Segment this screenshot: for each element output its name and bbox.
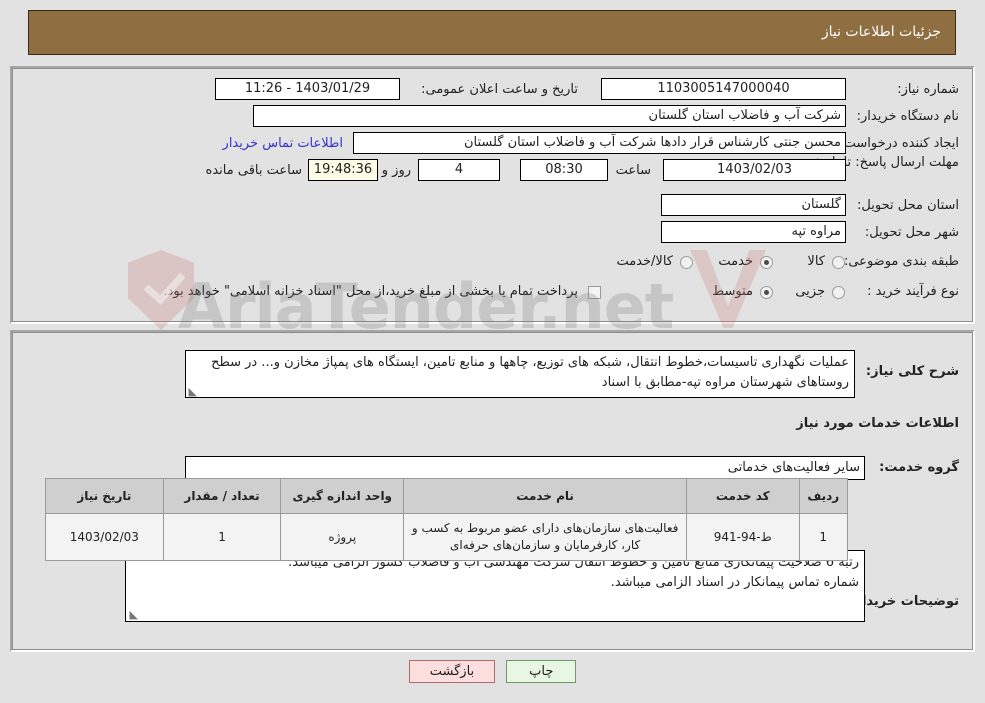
cell-need-date: 1403/02/03 [45,513,164,561]
process-type-label: نوع فرآیند خرید : [867,284,959,299]
treasury-docs-note: پرداخت تمام یا بخشی از مبلغ خرید،از محل … [163,284,578,299]
deadline-hour-value: 08:30 [520,159,608,181]
creator-label: ایجاد کننده درخواست: [839,136,959,151]
process-radio-motavaset[interactable] [760,286,773,299]
cell-row-no: 1 [798,513,848,561]
category-label: طبقه بندی موضوعی: [843,254,959,269]
table-col-quantity: تعداد / مقدار [162,478,282,514]
deadline-date-value: 1403/02/03 [663,159,846,181]
category-radio-label-kala-khedmat: کالا/خدمت [616,254,673,269]
deadline-hour-label: ساعت [615,163,651,178]
resize-grip-icon: ◣ [129,608,138,621]
cell-quantity: 1 [162,513,282,561]
cell-service-name: فعالیت‌های سازمان‌های دارای عضو مربوط به… [403,513,687,561]
public-announce-value: 1403/01/29 - 11:26 [215,78,400,100]
cell-unit: پروژه [280,513,405,561]
table-col-unit: واحد اندازه گیری [280,478,405,514]
treasury-docs-checkbox[interactable] [588,286,601,299]
page-header: جزئیات اطلاعات نیاز [28,10,956,55]
buyer-contact-link[interactable]: اطلاعات تماس خریدار [223,136,343,151]
back-button[interactable]: بازگشت [408,660,496,683]
category-radio-label-khedmat: خدمت [718,254,753,269]
process-radio-label-jozei: جزیی [795,284,825,299]
province-label: استان محل تحویل: [857,198,959,213]
category-radio-kala[interactable] [832,256,845,269]
process-radio-jozei[interactable] [832,286,845,299]
buyer-notes-label: توضیحات خریدار: [849,594,959,609]
need-number-value: 1103005147000040 [601,78,846,100]
creator-value: محسن جنتی کارشناس قرار دادها شرکت آب و ف… [353,132,846,154]
print-button[interactable]: چاپ [506,660,577,683]
table-col-service-name: نام خدمت [403,478,687,514]
deadline-days-value: 4 [418,159,500,181]
cell-service-code: ط-94-941 [686,513,800,561]
services-table: ردیف کد خدمت نام خدمت واحد اندازه گیری ت… [45,478,848,561]
table-col-need-date: تاریخ نیاز [45,478,164,514]
buyer-org-label: نام دستگاه خریدار: [856,109,959,124]
service-group-value: سایر فعالیت‌های خدماتی [185,456,865,480]
deadline-countdown-label: ساعت باقی مانده [205,163,302,178]
table-header-row: ردیف کد خدمت نام خدمت واحد اندازه گیری ت… [45,478,848,514]
province-value: گلستان [661,194,846,216]
table-col-row-no: ردیف [798,478,848,514]
page-title: جزئیات اطلاعات نیاز [821,24,941,40]
description-textarea[interactable]: عملیات نگهداری تاسیسات،خطوط انتقال، شبکه… [185,350,855,398]
buyer-notes-line-2: شماره تماس پیمانکار در اسناد الزامی میبا… [610,575,859,590]
deadline-days-label: روز و [381,163,411,178]
process-radio-label-motavaset: متوسط [712,284,753,299]
table-col-service-code: کد خدمت [686,478,800,514]
table-row: 1 ط-94-941 فعالیت‌های سازمان‌های دارای ع… [45,513,848,561]
category-radio-khedmat[interactable] [760,256,773,269]
category-radio-kala-khedmat[interactable] [680,256,693,269]
services-heading: اطلاعات خدمات مورد نیاز [796,416,959,431]
need-number-label: شماره نیاز: [897,82,959,97]
buyer-org-value: شرکت آب و فاضلاب استان گلستان [253,105,846,127]
city-value: مراوه تپه [661,221,846,243]
service-group-label: گروه خدمت: [879,460,959,475]
category-radio-label-kala: کالا [807,254,825,269]
need-info-panel: شماره نیاز: 1103005147000040 تاریخ و ساع… [10,66,975,324]
description-label: شرح کلی نیاز: [865,364,959,379]
public-announce-label: تاریخ و ساعت اعلان عمومی: [421,82,578,97]
footer-button-bar: بازگشت چاپ [0,660,985,683]
deadline-countdown-value: 19:48:36 [308,159,378,181]
city-label: شهر محل تحویل: [864,225,959,240]
